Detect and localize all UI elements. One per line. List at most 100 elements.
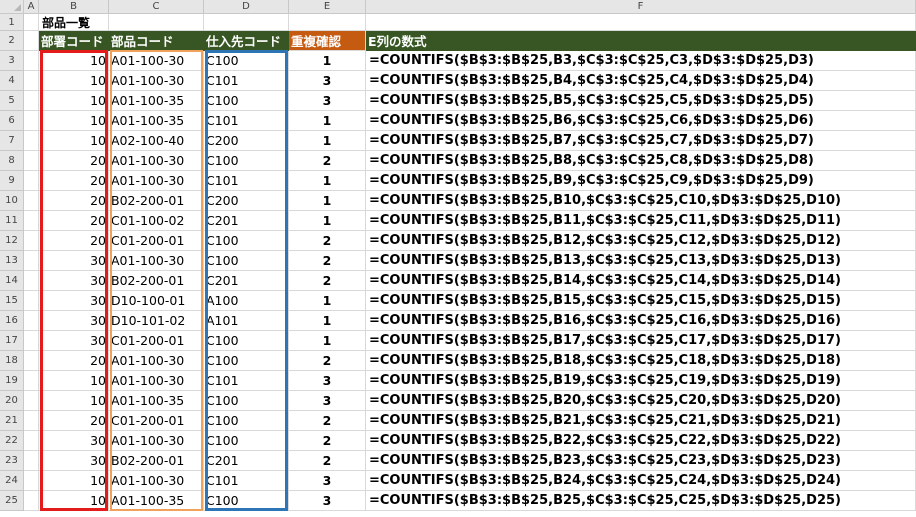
cell-a12[interactable] [24,231,39,251]
formula-cell[interactable]: =COUNTIFS($B$3:$B$25,B8,$C$3:$C$25,C8,$D… [366,151,916,171]
row-header-2[interactable]: 2 [0,31,24,51]
dept-code-cell[interactable]: 20 [39,351,109,371]
dept-code-cell[interactable]: 10 [39,131,109,151]
dept-code-cell[interactable]: 30 [39,451,109,471]
dept-code-cell[interactable]: 30 [39,331,109,351]
cell-a22[interactable] [24,431,39,451]
part-code-cell[interactable]: A01-100-30 [109,51,204,71]
part-code-cell[interactable]: C01-100-02 [109,211,204,231]
row-header-11[interactable]: 11 [0,211,24,231]
supplier-code-cell[interactable]: C101 [204,111,289,131]
row-header-1[interactable]: 1 [0,14,24,31]
duplicate-count-cell[interactable]: 1 [289,111,366,131]
column-header-a[interactable]: A [24,0,39,14]
supplier-code-cell[interactable]: A101 [204,311,289,331]
column-header-d[interactable]: D [204,0,289,14]
formula-cell[interactable]: =COUNTIFS($B$3:$B$25,B17,$C$3:$C$25,C17,… [366,331,916,351]
duplicate-count-cell[interactable]: 1 [289,211,366,231]
cell-a16[interactable] [24,311,39,331]
dept-code-cell[interactable]: 10 [39,51,109,71]
part-code-cell[interactable]: A01-100-30 [109,151,204,171]
duplicate-count-cell[interactable]: 2 [289,251,366,271]
cell-a11[interactable] [24,211,39,231]
dept-code-cell[interactable]: 30 [39,311,109,331]
column-header-b[interactable]: B [39,0,109,14]
part-code-cell[interactable]: A01-100-35 [109,391,204,411]
duplicate-count-cell[interactable]: 3 [289,71,366,91]
part-code-cell[interactable]: B02-200-01 [109,271,204,291]
cell-a14[interactable] [24,271,39,291]
formula-cell[interactable]: =COUNTIFS($B$3:$B$25,B5,$C$3:$C$25,C5,$D… [366,91,916,111]
duplicate-count-cell[interactable]: 2 [289,431,366,451]
row-header-6[interactable]: 6 [0,111,24,131]
part-code-cell[interactable]: D10-100-01 [109,291,204,311]
duplicate-count-cell[interactable]: 2 [289,451,366,471]
supplier-code-cell[interactable]: C100 [204,411,289,431]
dept-code-cell[interactable]: 30 [39,251,109,271]
duplicate-count-cell[interactable]: 1 [289,311,366,331]
supplier-code-cell[interactable]: C100 [204,231,289,251]
part-code-cell[interactable]: C01-200-01 [109,331,204,351]
cell-a19[interactable] [24,371,39,391]
cell-a4[interactable] [24,71,39,91]
row-header-3[interactable]: 3 [0,51,24,71]
formula-cell[interactable]: =COUNTIFS($B$3:$B$25,B12,$C$3:$C$25,C12,… [366,231,916,251]
dept-code-cell[interactable]: 10 [39,371,109,391]
row-header-13[interactable]: 13 [0,251,24,271]
supplier-code-cell[interactable]: C100 [204,51,289,71]
duplicate-count-cell[interactable]: 2 [289,411,366,431]
header-formula[interactable]: E列の数式 [366,31,916,51]
cell-a24[interactable] [24,471,39,491]
part-code-cell[interactable]: C01-200-01 [109,231,204,251]
supplier-code-cell[interactable]: C100 [204,391,289,411]
cell-a7[interactable] [24,131,39,151]
cell-a3[interactable] [24,51,39,71]
duplicate-count-cell[interactable]: 3 [289,491,366,511]
supplier-code-cell[interactable]: A100 [204,291,289,311]
duplicate-count-cell[interactable]: 3 [289,391,366,411]
supplier-code-cell[interactable]: C101 [204,471,289,491]
dept-code-cell[interactable]: 20 [39,211,109,231]
formula-cell[interactable]: =COUNTIFS($B$3:$B$25,B25,$C$3:$C$25,C25,… [366,491,916,511]
supplier-code-cell[interactable]: C100 [204,91,289,111]
row-header-12[interactable]: 12 [0,231,24,251]
formula-cell[interactable]: =COUNTIFS($B$3:$B$25,B11,$C$3:$C$25,C11,… [366,211,916,231]
formula-cell[interactable]: =COUNTIFS($B$3:$B$25,B22,$C$3:$C$25,C22,… [366,431,916,451]
part-code-cell[interactable]: A01-100-30 [109,71,204,91]
formula-cell[interactable]: =COUNTIFS($B$3:$B$25,B4,$C$3:$C$25,C4,$D… [366,71,916,91]
row-header-4[interactable]: 4 [0,71,24,91]
part-code-cell[interactable]: C01-200-01 [109,411,204,431]
row-header-17[interactable]: 17 [0,331,24,351]
dept-code-cell[interactable]: 20 [39,151,109,171]
dept-code-cell[interactable]: 20 [39,191,109,211]
formula-cell[interactable]: =COUNTIFS($B$3:$B$25,B6,$C$3:$C$25,C6,$D… [366,111,916,131]
formula-cell[interactable]: =COUNTIFS($B$3:$B$25,B19,$C$3:$C$25,C19,… [366,371,916,391]
duplicate-count-cell[interactable]: 3 [289,471,366,491]
dept-code-cell[interactable]: 20 [39,231,109,251]
supplier-code-cell[interactable]: C100 [204,431,289,451]
cell-a21[interactable] [24,411,39,431]
duplicate-count-cell[interactable]: 2 [289,231,366,251]
row-header-5[interactable]: 5 [0,91,24,111]
formula-cell[interactable]: =COUNTIFS($B$3:$B$25,B24,$C$3:$C$25,C24,… [366,471,916,491]
row-header-14[interactable]: 14 [0,271,24,291]
row-header-25[interactable]: 25 [0,491,24,511]
formula-cell[interactable]: =COUNTIFS($B$3:$B$25,B7,$C$3:$C$25,C7,$D… [366,131,916,151]
row-header-22[interactable]: 22 [0,431,24,451]
part-code-cell[interactable]: B02-200-01 [109,191,204,211]
header-supplier-code[interactable]: 仕入先コード [204,31,289,51]
part-code-cell[interactable]: A01-100-30 [109,351,204,371]
cell-a10[interactable] [24,191,39,211]
supplier-code-cell[interactable]: C101 [204,171,289,191]
formula-cell[interactable]: =COUNTIFS($B$3:$B$25,B18,$C$3:$C$25,C18,… [366,351,916,371]
supplier-code-cell[interactable]: C101 [204,371,289,391]
formula-cell[interactable]: =COUNTIFS($B$3:$B$25,B10,$C$3:$C$25,C10,… [366,191,916,211]
column-header-e[interactable]: E [289,0,366,14]
header-dept-code[interactable]: 部署コード [39,31,109,51]
cell-a20[interactable] [24,391,39,411]
supplier-code-cell[interactable]: C200 [204,191,289,211]
row-header-19[interactable]: 19 [0,371,24,391]
row-header-16[interactable]: 16 [0,311,24,331]
duplicate-count-cell[interactable]: 1 [289,291,366,311]
formula-cell[interactable]: =COUNTIFS($B$3:$B$25,B21,$C$3:$C$25,C21,… [366,411,916,431]
